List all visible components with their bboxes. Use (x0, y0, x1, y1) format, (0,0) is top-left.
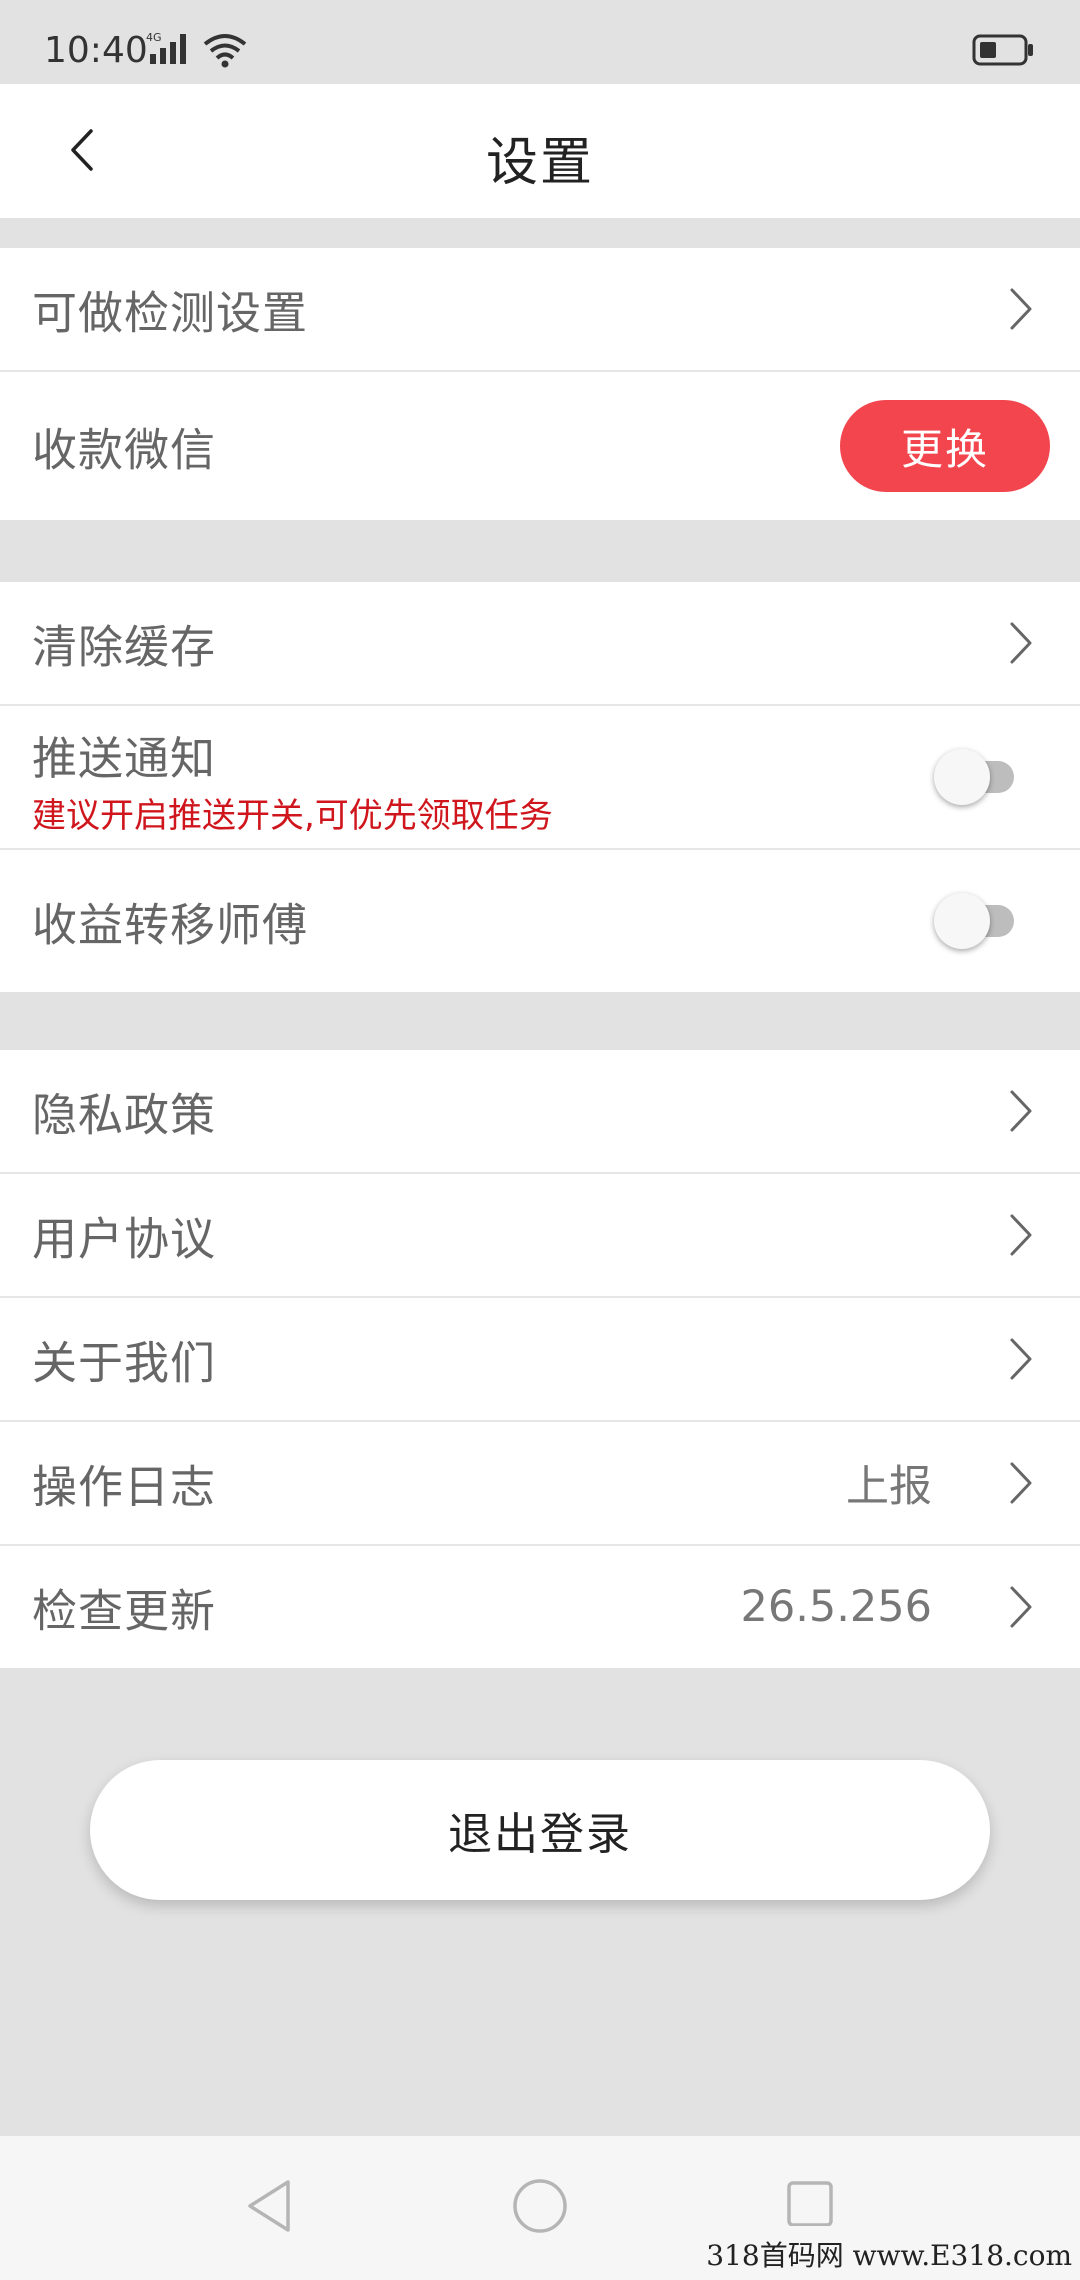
recents-square-icon[interactable] (786, 2178, 834, 2226)
row-about-us[interactable]: 关于我们 (0, 1298, 1080, 1422)
transfer-earnings-toggle[interactable] (934, 893, 1014, 949)
toggle-knob (934, 749, 990, 805)
header: 设置 (0, 84, 1080, 218)
toggle-knob (934, 893, 990, 949)
version-value: 26.5.256 (740, 1582, 932, 1632)
row-operation-log[interactable]: 操作日志 上报 (0, 1422, 1080, 1546)
operation-log-value: 上报 (846, 1462, 932, 1512)
home-circle-icon[interactable] (512, 2178, 568, 2234)
system-navigation-bar: 318首码网 www.E318.com (0, 2136, 1080, 2280)
settings-group-account: 可做检测设置 收款微信 更换 (0, 248, 1080, 520)
change-wechat-button[interactable]: 更换 (840, 400, 1050, 492)
row-check-update[interactable]: 检查更新 26.5.256 (0, 1546, 1080, 1668)
row-label: 收益转移师傅 (32, 898, 309, 952)
chevron-right-icon (1010, 1338, 1032, 1380)
chevron-right-icon (1010, 1090, 1032, 1132)
row-privacy-policy[interactable]: 隐私政策 (0, 1050, 1080, 1174)
chevron-right-icon (1010, 1586, 1032, 1628)
settings-group-about: 隐私政策 用户协议 关于我们 操作日志 上报 检查更新 26.5.256 (0, 1050, 1080, 1668)
page-title: 设置 (485, 133, 594, 193)
push-notification-toggle[interactable] (934, 749, 1014, 805)
status-time: 10:40 (44, 30, 148, 71)
watermark-text: 318首码网 www.E318.com (706, 2239, 1072, 2272)
status-bar: 10:40 4G (0, 0, 1080, 84)
push-notification-hint: 建议开启推送开关,可优先领取任务 (32, 796, 553, 836)
wifi-icon (202, 32, 248, 72)
row-push-notification: 推送通知 建议开启推送开关,可优先领取任务 (0, 706, 1080, 850)
row-wechat: 收款微信 更换 (0, 372, 1080, 520)
chevron-right-icon (1010, 1214, 1032, 1256)
row-label: 可做检测设置 (32, 286, 309, 340)
row-label: 操作日志 (32, 1460, 217, 1514)
row-user-agreement[interactable]: 用户协议 (0, 1174, 1080, 1298)
row-label: 用户协议 (32, 1212, 217, 1266)
chevron-right-icon (1010, 1462, 1032, 1504)
row-label: 关于我们 (32, 1336, 217, 1390)
settings-group-notifications: 清除缓存 推送通知 建议开启推送开关,可优先领取任务 收益转移师傅 (0, 582, 1080, 992)
row-detect-settings[interactable]: 可做检测设置 (0, 248, 1080, 372)
row-label: 隐私政策 (32, 1088, 217, 1142)
row-label: 清除缓存 (32, 620, 217, 674)
back-triangle-icon[interactable] (244, 2178, 294, 2234)
battery-icon (972, 34, 1034, 70)
chevron-right-icon (1010, 622, 1032, 664)
network-type: 4G (146, 31, 162, 44)
signal-icon: 4G (146, 30, 194, 70)
logout-button[interactable]: 退出登录 (90, 1760, 990, 1900)
row-transfer-earnings: 收益转移师傅 (0, 850, 1080, 992)
push-notification-label: 推送通知 (32, 732, 217, 785)
chevron-right-icon (1010, 288, 1032, 330)
row-clear-cache[interactable]: 清除缓存 (0, 582, 1080, 706)
row-label: 检查更新 (32, 1584, 217, 1638)
row-label: 收款微信 (32, 423, 217, 477)
